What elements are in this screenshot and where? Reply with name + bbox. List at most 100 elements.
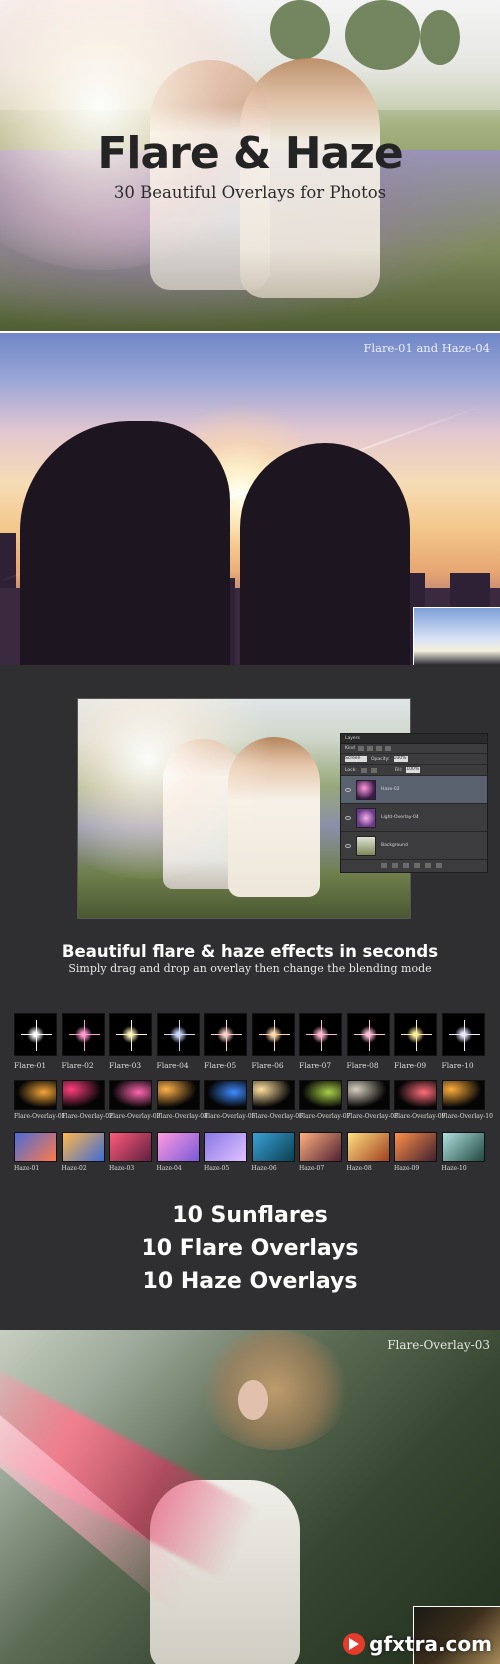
haze-preset[interactable]: Haze-06 [251, 1132, 295, 1172]
layer-name: Haze-02 [381, 787, 400, 792]
sunset-kiss-photo: Flare-01 and Haze-04 [0, 333, 500, 665]
haze-swatch[interactable] [394, 1132, 437, 1162]
filter-shape-icon[interactable] [384, 746, 391, 751]
flare-label: Flare-01 [14, 1061, 47, 1070]
overlay-swatch[interactable] [394, 1080, 437, 1110]
haze-preset[interactable]: Haze-08 [346, 1132, 390, 1172]
overlay-swatch[interactable] [61, 1080, 105, 1110]
haze-preset[interactable]: Haze-10 [441, 1132, 485, 1172]
overlay-swatch[interactable] [156, 1080, 200, 1110]
overlay-swatch[interactable] [441, 1080, 485, 1110]
layer-thumbnail [356, 779, 376, 800]
mask-icon[interactable] [403, 862, 409, 868]
haze-preset[interactable]: Haze-09 [394, 1132, 437, 1172]
haze-preset[interactable]: Haze-03 [109, 1132, 152, 1172]
trash-icon[interactable] [436, 862, 442, 868]
new-layer-icon[interactable] [425, 862, 431, 868]
count-sunflares: 10 Sunflares [172, 1203, 328, 1228]
flare-swatch[interactable] [204, 1013, 247, 1056]
layers-kind-select[interactable]: Kind [345, 746, 355, 751]
haze-preset[interactable]: Haze-01 [14, 1132, 57, 1172]
overlay-preset[interactable]: Flare-Overlay-04 [156, 1080, 208, 1120]
flare-swatch[interactable] [299, 1013, 342, 1056]
flare-preset[interactable]: Flare-04 [156, 1013, 200, 1070]
overlay-preset[interactable]: Flare-Overlay-02 [61, 1080, 113, 1120]
overlay-swatch[interactable] [109, 1080, 152, 1110]
flare-ray-v [36, 1020, 37, 1051]
watermark: gfxtra.com [343, 1632, 492, 1656]
haze-swatch[interactable] [346, 1132, 390, 1162]
blend-mode-select[interactable]: Screen [345, 756, 367, 762]
layer-thumbnail [356, 835, 376, 856]
overlay-preset[interactable]: Flare-Overlay-07 [299, 1080, 350, 1120]
link-icon[interactable] [381, 862, 387, 868]
overlay-swatch[interactable] [14, 1080, 57, 1110]
flare-swatch[interactable] [251, 1013, 295, 1056]
flare-swatch[interactable] [346, 1013, 390, 1056]
haze-swatch[interactable] [299, 1132, 342, 1162]
overlay-preset[interactable]: Flare-Overlay-05 [204, 1080, 255, 1120]
flare-swatch[interactable] [394, 1013, 437, 1056]
flare-swatch[interactable] [441, 1013, 485, 1056]
haze-swatch[interactable] [156, 1132, 200, 1162]
visibility-eye-icon[interactable] [345, 787, 351, 792]
fx-icon[interactable] [392, 862, 398, 868]
haze-preset[interactable]: Haze-05 [204, 1132, 247, 1172]
overlay-swatch[interactable] [346, 1080, 390, 1110]
tree-shape [345, 0, 420, 70]
layers-panel-tab[interactable]: Layers [341, 734, 487, 744]
layer-item[interactable]: Light-Overlay-04 [341, 804, 487, 832]
overlay-preset[interactable]: Flare-Overlay-10 [441, 1080, 493, 1120]
filter-pixel-icon[interactable] [357, 746, 364, 751]
layer-item[interactable]: Haze-02 [341, 776, 487, 804]
overlay-preset[interactable]: Flare-Overlay-01 [14, 1080, 65, 1120]
flare-preset[interactable]: Flare-02 [61, 1013, 105, 1070]
man-silhouette [20, 421, 230, 665]
filter-type-icon[interactable] [375, 746, 382, 751]
folder-icon[interactable] [414, 862, 420, 868]
flare-preset[interactable]: Flare-06 [251, 1013, 295, 1070]
visibility-eye-icon[interactable] [345, 843, 351, 848]
haze-swatch[interactable] [441, 1132, 485, 1162]
haze-swatch[interactable] [61, 1132, 105, 1162]
fill-input[interactable]: 100% [406, 767, 421, 773]
overlay-preset[interactable]: Flare-Overlay-09 [394, 1080, 445, 1120]
haze-swatch[interactable] [109, 1132, 152, 1162]
haze-swatch[interactable] [204, 1132, 247, 1162]
flare-preset[interactable]: Flare-05 [204, 1013, 247, 1070]
opacity-input[interactable]: 100% [393, 756, 408, 762]
flare-swatch[interactable] [156, 1013, 200, 1056]
haze-preset[interactable]: Haze-04 [156, 1132, 200, 1172]
overlay-swatch[interactable] [251, 1080, 295, 1110]
sunflare-grid: Flare-01 Flare-02 Flare-03 Flare-04 Flare-05… [14, 1013, 486, 1075]
overlay-preset[interactable]: Flare-Overlay-08 [346, 1080, 398, 1120]
flare-swatch[interactable] [14, 1013, 57, 1056]
lock-icon[interactable] [360, 767, 367, 773]
flare-swatch[interactable] [61, 1013, 105, 1056]
overlay-preset[interactable]: Flare-Overlay-03 [109, 1080, 160, 1120]
visibility-eye-icon[interactable] [345, 815, 351, 820]
flare-label: Flare-05 [204, 1061, 237, 1070]
haze-preset[interactable]: Haze-07 [299, 1132, 342, 1172]
overlay-swatch[interactable] [204, 1080, 247, 1110]
haze-label: Haze-02 [61, 1165, 87, 1172]
flare-label: Flare-08 [346, 1061, 379, 1070]
watermark-text: gfxtra.com [369, 1632, 492, 1656]
haze-swatch[interactable] [251, 1132, 295, 1162]
haze-preset[interactable]: Haze-02 [61, 1132, 105, 1172]
flare-preset[interactable]: Flare-10 [441, 1013, 485, 1070]
filter-adjust-icon[interactable] [366, 746, 373, 751]
flare-preset[interactable]: Flare-01 [14, 1013, 57, 1070]
flare-preset[interactable]: Flare-09 [394, 1013, 437, 1070]
count-haze-overlays: 10 Haze Overlays [142, 1269, 358, 1294]
flare-preset[interactable]: Flare-07 [299, 1013, 342, 1070]
overlay-preset[interactable]: Flare-Overlay-06 [251, 1080, 303, 1120]
haze-swatch[interactable] [14, 1132, 57, 1162]
flare-preset[interactable]: Flare-03 [109, 1013, 152, 1070]
flare-swatch[interactable] [109, 1013, 152, 1056]
move-lock-icon[interactable] [370, 767, 377, 773]
flare-label: Flare-07 [299, 1061, 332, 1070]
layer-item[interactable]: Background [341, 832, 487, 860]
flare-preset[interactable]: Flare-08 [346, 1013, 390, 1070]
overlay-swatch[interactable] [299, 1080, 342, 1110]
